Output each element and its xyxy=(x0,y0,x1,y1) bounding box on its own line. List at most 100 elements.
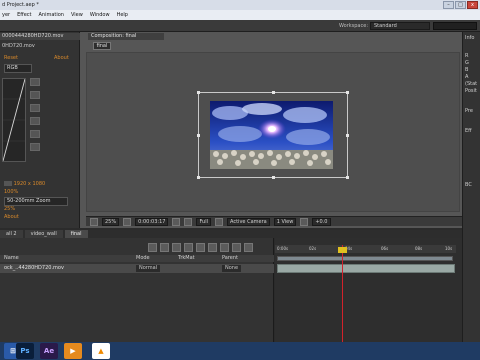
draft-3d-icon[interactable] xyxy=(172,243,181,252)
panel-tab-effect-controls[interactable]: 0000444280HD720.mov xyxy=(0,33,80,40)
reset-link[interactable]: Reset xyxy=(4,55,18,61)
menu-effect[interactable]: Effect xyxy=(17,10,31,20)
menu-animation[interactable]: Animation xyxy=(38,10,64,20)
layer-mode-select[interactable]: Normal xyxy=(136,265,161,272)
views-select[interactable]: 1 View xyxy=(273,217,297,226)
reset-row: Reset About xyxy=(4,55,76,62)
size-value[interactable]: 1920 x 1080 xyxy=(14,181,46,187)
pen-tool-icon[interactable] xyxy=(30,78,40,86)
playhead-marker-icon[interactable] xyxy=(338,247,347,253)
channel-row: RGB xyxy=(4,64,34,73)
region-icon[interactable] xyxy=(215,217,224,226)
smooth-icon[interactable] xyxy=(30,130,40,138)
auto-keyframe-icon[interactable] xyxy=(232,243,241,252)
layer-source-name: 0HD720.mov xyxy=(2,43,35,49)
lens-select[interactable]: 50-200mm Zoom xyxy=(4,197,68,206)
comp-mini-flowchart-icon[interactable] xyxy=(148,243,157,252)
tab-final[interactable]: final xyxy=(64,230,88,238)
search-help-input[interactable] xyxy=(433,22,477,30)
media-player-taskbar-button[interactable]: ▶ xyxy=(64,343,82,359)
curve-tools xyxy=(30,78,42,158)
layer-name[interactable]: ock_..44280HD720.mov xyxy=(4,264,64,273)
menu-help[interactable]: Help xyxy=(117,10,128,20)
zoom-select[interactable]: 25% xyxy=(102,217,120,226)
aspect-row: 100% xyxy=(4,189,76,196)
timeline-graph-area[interactable] xyxy=(275,238,462,342)
exposure-field[interactable]: +0.0 xyxy=(312,217,331,226)
handle-bl[interactable] xyxy=(197,176,200,179)
menu-view[interactable]: View xyxy=(71,10,83,20)
workspace-select[interactable]: Standard xyxy=(370,22,430,30)
channel-select[interactable]: RGB xyxy=(4,64,32,73)
tab-video-wall[interactable]: video_wall xyxy=(24,230,63,238)
grid-icon[interactable] xyxy=(123,217,132,226)
effects-tab[interactable]: Eff xyxy=(465,128,472,134)
timecode-field[interactable]: 0:00:03:17 xyxy=(135,217,169,226)
frame-blending-icon[interactable] xyxy=(196,243,205,252)
vlc-taskbar-button[interactable]: ▲ xyxy=(92,343,110,359)
layer-parent-select[interactable]: None xyxy=(222,265,242,272)
curves-graph[interactable] xyxy=(2,78,26,162)
col-parent[interactable]: Parent xyxy=(222,255,238,262)
handle-tr[interactable] xyxy=(346,91,349,94)
handle-mr[interactable] xyxy=(346,134,349,137)
effects-category[interactable]: BC xyxy=(465,182,472,188)
info-status: (Stat xyxy=(465,81,478,87)
about-link[interactable]: About xyxy=(54,55,69,62)
menu-window[interactable]: Window xyxy=(90,10,110,20)
menu-layer[interactable]: yer xyxy=(2,10,10,20)
layer-row[interactable]: ock_..44280HD720.mov Normal None xyxy=(0,264,274,273)
playhead-line[interactable] xyxy=(342,245,343,342)
panel-file-name: 0000444280HD720.mov xyxy=(2,33,64,39)
handle-tl[interactable] xyxy=(197,91,200,94)
snapshot-icon[interactable] xyxy=(172,217,181,226)
info-r: R xyxy=(465,53,469,59)
comp-navigator-chip[interactable]: final xyxy=(93,42,111,50)
hide-shy-icon[interactable] xyxy=(184,243,193,252)
timeline-tabs: all 2 video_wall final xyxy=(0,230,462,238)
maximize-button[interactable]: □ xyxy=(455,1,466,9)
about-link-2[interactable]: About xyxy=(4,214,19,220)
work-area-bar[interactable] xyxy=(277,256,453,261)
toggle-icon[interactable] xyxy=(300,217,309,226)
info-g: G xyxy=(465,60,469,66)
resolution-select[interactable]: Full xyxy=(196,217,212,226)
after-effects-taskbar-button[interactable]: Ae xyxy=(40,343,58,359)
minimize-button[interactable]: – xyxy=(443,1,454,9)
photoshop-taskbar-button[interactable]: Ps xyxy=(16,343,34,359)
tab-all-2[interactable]: all 2 xyxy=(0,230,23,238)
live-update-icon[interactable] xyxy=(160,243,169,252)
aspect-value[interactable]: 100% xyxy=(4,189,18,195)
time-ruler[interactable]: 0:00s 02s 04s 06s 08s 10s xyxy=(275,245,456,253)
graph-editor-icon[interactable] xyxy=(244,243,253,252)
ruler-tick: 06s xyxy=(381,246,389,251)
brainstorm-icon[interactable] xyxy=(220,243,229,252)
motion-blur-icon[interactable] xyxy=(208,243,217,252)
layer-duration-bar[interactable] xyxy=(277,264,455,273)
col-trkmat[interactable]: TrkMat xyxy=(178,255,195,262)
ruler-tick: 10s xyxy=(445,246,453,251)
always-preview-icon[interactable] xyxy=(90,217,98,226)
title-bar: d Project.aep * xyxy=(0,0,480,10)
col-mode[interactable]: Mode xyxy=(136,255,150,262)
viewer-toolbar: 25% 0:00:03:17 Full Active Camera 1 View… xyxy=(86,216,462,226)
info-tab[interactable]: Info xyxy=(465,35,474,41)
tab-composition-final[interactable]: Composition: final xyxy=(88,33,164,40)
handle-ml[interactable] xyxy=(197,134,200,137)
pencil-tool-icon[interactable] xyxy=(30,91,40,99)
channel-icon[interactable] xyxy=(184,217,193,226)
swatch-icon xyxy=(4,181,12,186)
scale-value[interactable]: 25% xyxy=(4,206,15,212)
close-button[interactable]: x xyxy=(467,1,478,9)
info-position: Posit xyxy=(465,88,477,94)
save-icon[interactable] xyxy=(30,117,40,125)
open-icon[interactable] xyxy=(30,104,40,112)
reset-curve-icon[interactable] xyxy=(30,143,40,151)
camera-select[interactable]: Active Camera xyxy=(227,217,270,226)
window-controls: – □ x xyxy=(443,1,478,9)
col-name[interactable]: Name xyxy=(4,255,19,262)
handle-bc[interactable] xyxy=(272,176,275,179)
handle-tc[interactable] xyxy=(272,91,275,94)
preview-tab[interactable]: Pre xyxy=(465,108,473,114)
handle-br[interactable] xyxy=(346,176,349,179)
